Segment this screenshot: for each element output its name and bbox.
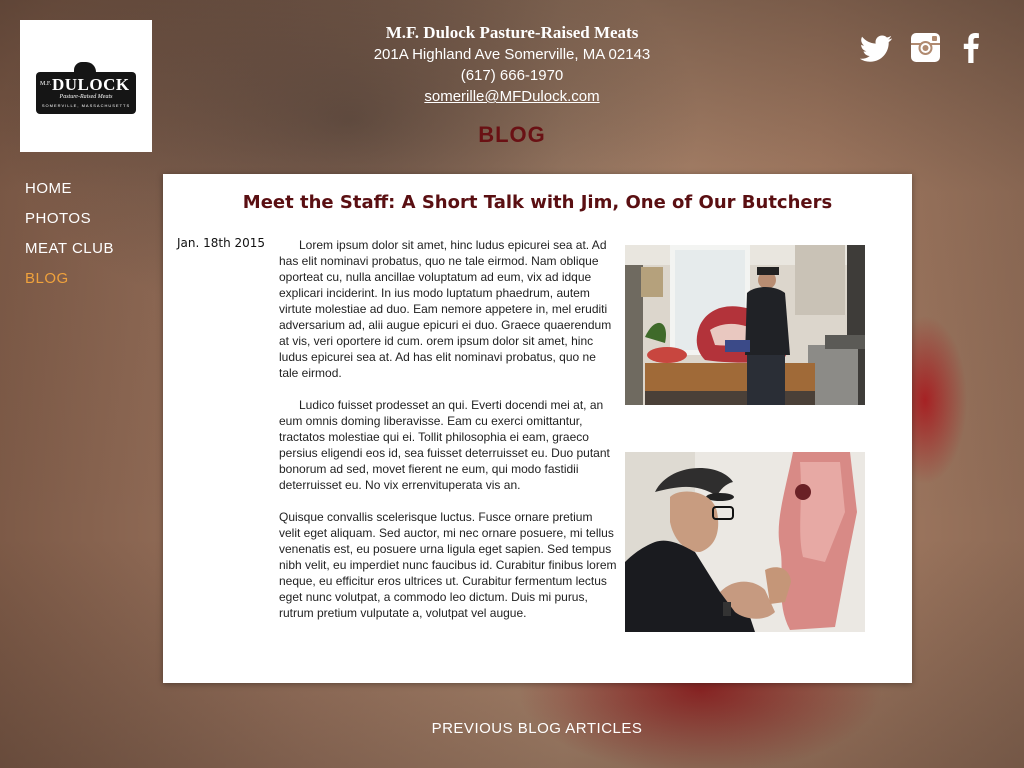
pig-icon (74, 62, 96, 74)
nav-item-home[interactable]: HOME (25, 174, 114, 204)
facebook-icon[interactable] (962, 32, 980, 64)
post-paragraph: Lorem ipsum dolor sit amet, hinc ludus e… (279, 238, 612, 380)
site-logo[interactable]: M.F. DULOCK Pasture-Raised Meats SOMERVI… (20, 20, 152, 152)
business-email-link[interactable]: somerille@MFDulock.com (312, 86, 712, 107)
twitter-icon[interactable] (858, 32, 894, 64)
post-paragraph: Quisque convallis scelerisque luctus. Fu… (279, 510, 617, 620)
post-date: Jan. 18th 2015 (177, 236, 266, 250)
butcher-counter-photo (625, 245, 865, 405)
previous-articles-link[interactable]: PREVIOUS BLOG ARTICLES (412, 720, 662, 737)
post-paragraph: Ludico fuisset prodesset an qui. Everti … (279, 398, 610, 492)
page-title: BLOG (478, 122, 546, 147)
instagram-icon[interactable] (910, 32, 941, 63)
post-title: Meet the Staff: A Short Talk with Jim, O… (242, 192, 833, 213)
nav-item-meat-club[interactable]: MEAT CLUB (25, 234, 114, 264)
butcher-portrait-photo (625, 452, 865, 632)
business-name: M.F. Dulock Pasture-Raised Meats (385, 23, 639, 42)
business-info: M.F. Dulock Pasture-Raised Meats 201A Hi… (312, 22, 712, 107)
post-body: Lorem ipsum dolor sit amet, hinc ludus e… (279, 237, 617, 637)
logo-badge: M.F. DULOCK Pasture-Raised Meats SOMERVI… (36, 62, 136, 114)
logo-mf: M.F. (40, 81, 52, 87)
logo-tagline: Pasture-Raised Meats (59, 94, 113, 100)
logo-name: DULOCK (52, 75, 130, 94)
logo-town: SOMERVILLE, MASSACHUSETTS (41, 103, 131, 108)
nav-item-blog[interactable]: BLOG (25, 264, 114, 294)
business-address: 201A Highland Ave Somerville, MA 02143 (373, 46, 651, 63)
main-nav: HOME PHOTOS MEAT CLUB BLOG (25, 174, 114, 294)
blog-post-card: Meet the Staff: A Short Talk with Jim, O… (163, 174, 912, 683)
business-phone: (617) 666-1970 (460, 67, 564, 84)
nav-item-photos[interactable]: PHOTOS (25, 204, 114, 234)
